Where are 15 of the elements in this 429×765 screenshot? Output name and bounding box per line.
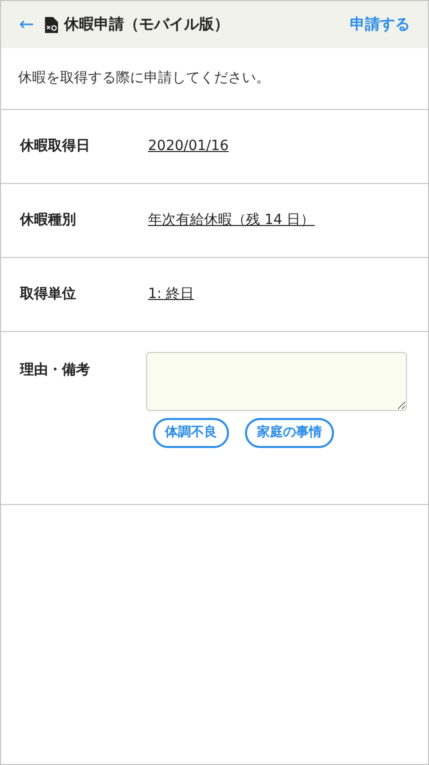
reason-textarea[interactable] — [146, 352, 407, 411]
submit-button[interactable]: 申請する — [350, 13, 410, 36]
field-label: 休暇取得日 — [20, 137, 91, 156]
field-label: 休暇種別 — [20, 211, 77, 230]
field-label: 理由・備考 — [20, 361, 91, 380]
description-text: 休暇を取得する際に申請してください。 — [18, 69, 270, 88]
field-value-link[interactable]: 2020/01/16 — [148, 136, 229, 157]
field-value-link[interactable]: 年次有給休暇（残 14 日） — [148, 210, 315, 231]
page-title: 休暇申請（モバイル版） — [64, 14, 230, 36]
field-label: 取得単位 — [20, 285, 77, 304]
suggestion-chip[interactable]: 家庭の事情 — [245, 418, 334, 448]
document-icon — [44, 16, 58, 32]
back-button[interactable]: ← — [19, 16, 34, 34]
suggestion-chip[interactable]: 体調不良 — [153, 418, 229, 448]
field-value-link[interactable]: 1: 終日 — [148, 284, 194, 305]
